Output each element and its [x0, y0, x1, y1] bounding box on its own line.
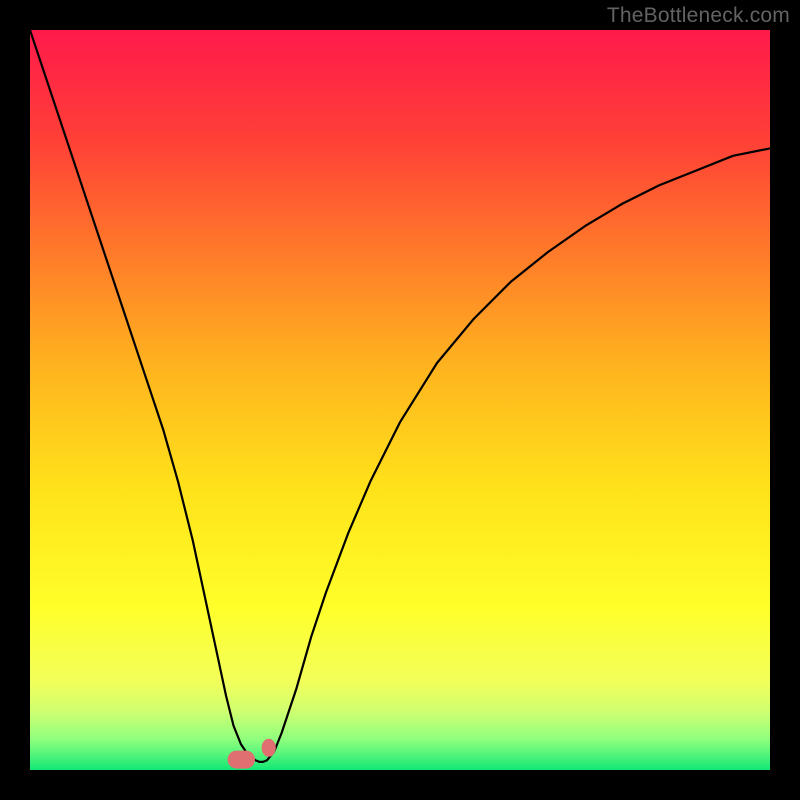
watermark-text: TheBottleneck.com [607, 4, 790, 28]
bottleneck-curve [30, 30, 770, 770]
chart-frame: TheBottleneck.com [0, 0, 800, 800]
curve-marker [262, 739, 276, 757]
curve-marker [228, 751, 256, 769]
plot-area [30, 30, 770, 770]
